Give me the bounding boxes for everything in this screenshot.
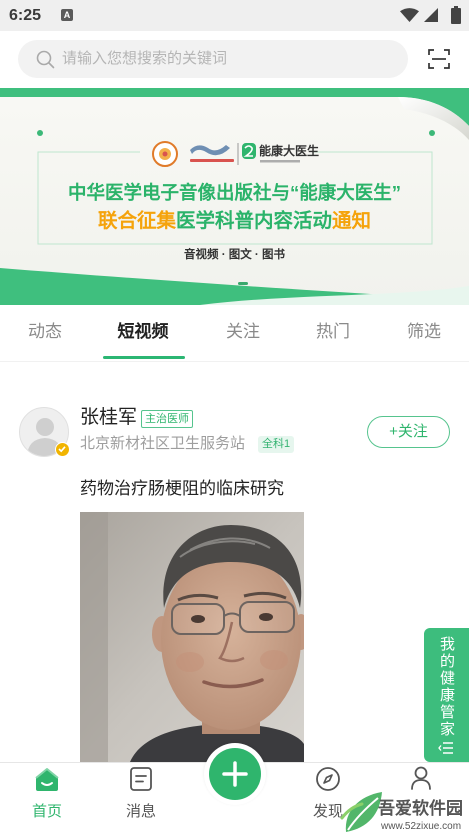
nav-home-label[interactable]: 首页 [17, 802, 77, 821]
watermark-url: www.52zixue.com [381, 821, 462, 832]
compass-icon[interactable] [315, 766, 341, 792]
banner-subline: 音视频 · 图文 · 图书 [184, 249, 285, 261]
tab-following[interactable]: 关注 [203, 321, 283, 343]
author-name[interactable]: 张桂军 [80, 406, 137, 429]
search-input[interactable]: 请输入您想搜索的关键词 [62, 50, 227, 68]
follow-button[interactable]: +关注 [367, 416, 450, 448]
watermark-name: 吾爱软件园 [378, 799, 463, 818]
tab-filter[interactable]: 筛选 [384, 321, 464, 343]
video-thumbnail[interactable] [80, 512, 304, 762]
search-icon [36, 50, 55, 69]
nav-messages-label[interactable]: 消息 [111, 802, 171, 821]
person-icon[interactable] [409, 765, 433, 791]
tab-hot[interactable]: 热门 [293, 321, 373, 343]
video-thumbnail-image [80, 512, 304, 762]
nengkang-logo-icon [242, 143, 256, 159]
post-title[interactable]: 药物治疗肠梗阻的临床研究 [80, 478, 284, 499]
app-screen: 6:25 A 请输入您想搜索的关键词 能康大医生 中华医学电子音像出版社与“能康… [0, 0, 469, 835]
department-tag: 全科1 [258, 436, 295, 453]
wifi-icon [400, 8, 419, 22]
banner-page-indicator [238, 282, 248, 285]
side-tab-label: 我的健康管家 [438, 636, 455, 738]
scan-icon[interactable] [428, 49, 450, 69]
verified-badge-icon [55, 442, 70, 457]
status-time: 6:25 [9, 7, 42, 24]
banner-headline-line2: 联合征集医学科普内容活动通知 [0, 210, 469, 232]
battery-icon [451, 6, 461, 24]
divider [0, 361, 469, 362]
headline-part: 通知 [332, 210, 372, 232]
publish-button[interactable] [209, 748, 261, 800]
headline-part: 联合征集 [97, 210, 176, 232]
plus-icon [222, 761, 248, 787]
author-title-tag: 主治医师 [141, 410, 193, 428]
publisher-emblem-icon [152, 141, 178, 167]
home-icon[interactable] [33, 766, 61, 792]
author-organization: 北京新材社区卫生服务站 [80, 435, 246, 452]
banner-headline-line1: 中华医学电子音像出版社与“能康大医生” [67, 182, 401, 203]
tab-active-indicator [103, 356, 185, 359]
tab-short-video[interactable]: 短视频 [103, 321, 183, 343]
tab-dynamic[interactable]: 动态 [5, 321, 85, 343]
partner-logo-text: 能康大医生 [259, 144, 320, 158]
notification-icon: A [61, 9, 73, 21]
headline-part: 医学科普内容活动 [175, 210, 332, 232]
signal-icon [424, 8, 438, 22]
message-icon[interactable] [129, 766, 153, 792]
menu-icon [438, 742, 453, 754]
